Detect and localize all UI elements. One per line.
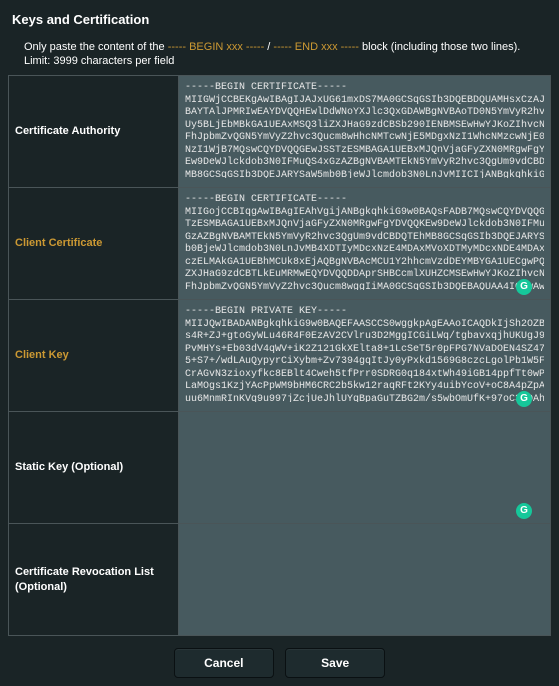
label-client-key: Client Key: [9, 300, 179, 412]
textarea-ca[interactable]: [185, 82, 544, 178]
section-title: Keys and Certification: [12, 12, 551, 27]
grammarly-badge-icon: G: [516, 503, 532, 519]
label-ca: Certificate Authority: [9, 76, 179, 188]
hint-line-1: Only paste the content of the ----- BEGI…: [24, 41, 551, 53]
hint-limit: Limit: 3999 characters per field: [24, 55, 551, 67]
label-crl: Certificate Revocation List (Optional): [9, 524, 179, 636]
hint-pre: Only paste the content of the: [24, 41, 168, 53]
grammarly-badge-icon: G: [516, 391, 532, 407]
textarea-crl[interactable]: [185, 530, 544, 626]
button-row: Cancel Save: [8, 648, 551, 678]
save-button[interactable]: Save: [285, 648, 385, 678]
hint-end-marker: ----- END xxx -----: [273, 41, 359, 53]
hint-begin-marker: ----- BEGIN xxx -----: [168, 41, 265, 53]
textarea-static-key[interactable]: [185, 418, 544, 514]
label-client-cert: Client Certificate: [9, 188, 179, 300]
textarea-client-key[interactable]: [185, 306, 544, 402]
label-static-key: Static Key (Optional): [9, 412, 179, 524]
cancel-button[interactable]: Cancel: [174, 648, 274, 678]
fields-table: Certificate Authority Client Certificate…: [8, 75, 551, 636]
hint-post: block (including those two lines).: [359, 41, 520, 53]
textarea-client-cert[interactable]: [185, 194, 544, 290]
grammarly-badge-icon: G: [516, 279, 532, 295]
